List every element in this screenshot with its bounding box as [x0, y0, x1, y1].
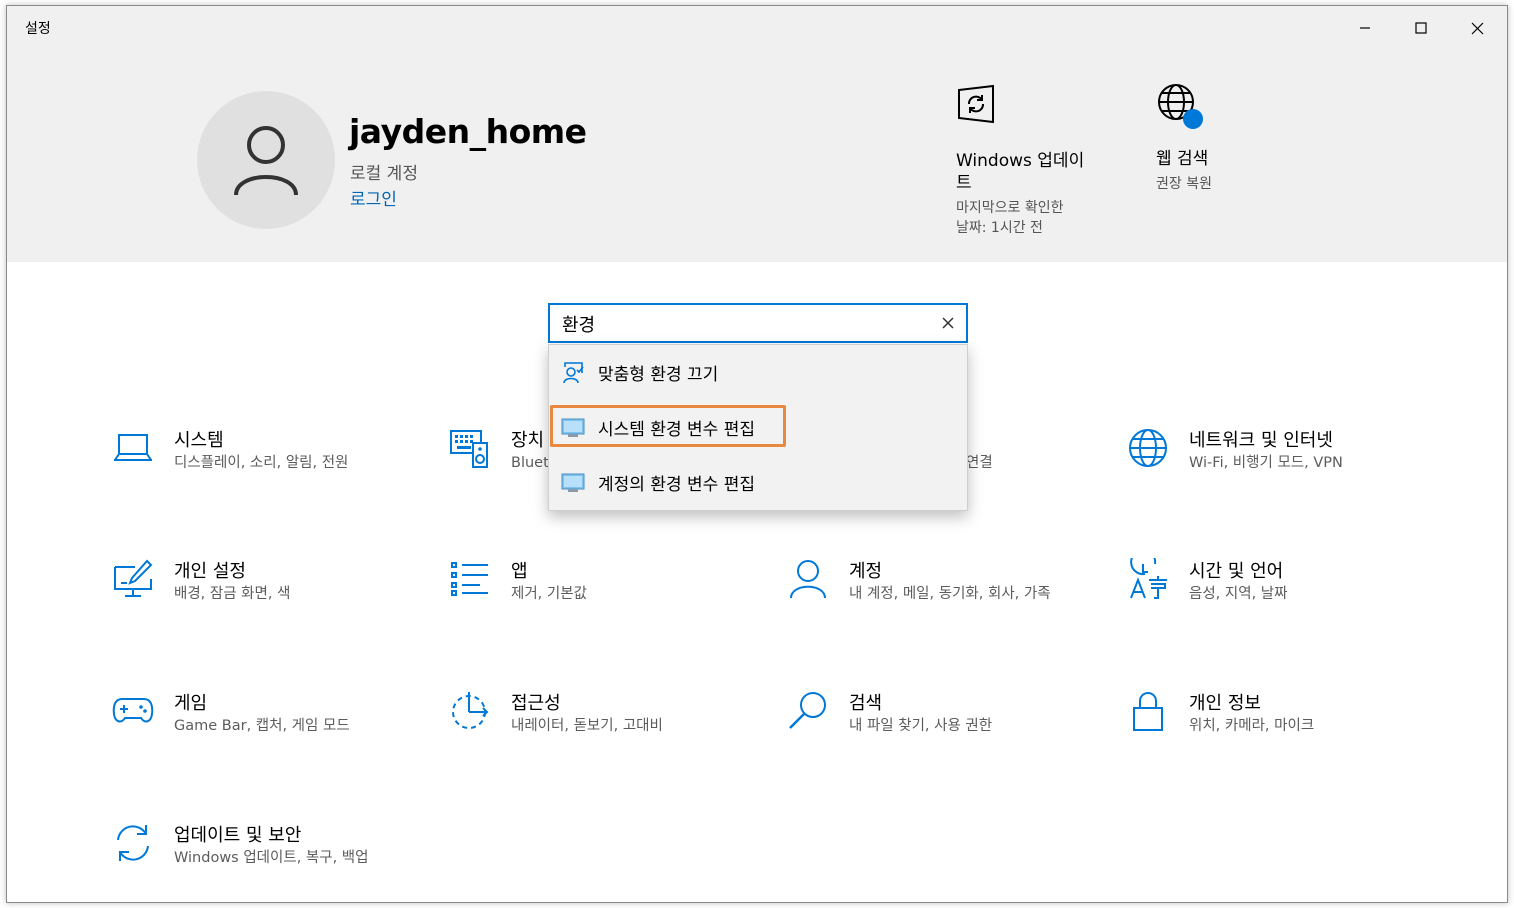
suggestion-item[interactable]: 맞춤형 환경 끄기	[549, 345, 967, 400]
quick-action-web-search[interactable]: 웹 검색 권장 복원	[1156, 82, 1212, 194]
category-subtitle: Windows 업데이트, 복구, 백업	[174, 850, 369, 866]
user-name: jayden_home	[349, 112, 587, 151]
category-title: 검색	[849, 693, 883, 714]
globe-icon	[1129, 429, 1167, 467]
category-subtitle: Wi-Fi, 비행기 모드, VPN	[1189, 455, 1343, 471]
close-icon	[1471, 22, 1483, 34]
category-phone[interactable]: 연결	[966, 426, 1046, 506]
category-title: 개인 정보	[1189, 693, 1261, 714]
clear-search-button[interactable]	[936, 311, 960, 335]
category-accounts[interactable]: 계정 내 계정, 메일, 동기화, 회사, 가족	[786, 557, 1086, 637]
settings-window: 설정 jayden_home 로컬 계정 로그인 Windows 업데이 트 마…	[6, 5, 1508, 903]
suggestion-item[interactable]: 시스템 환경 변수 편집	[549, 400, 967, 455]
category-update-security[interactable]: 업데이트 및 보안 Windows 업데이트, 복구, 백업	[111, 821, 411, 901]
category-apps[interactable]: 앱 제거, 기본값	[448, 557, 748, 637]
lock-icon	[1133, 692, 1163, 731]
quick-action-windows-update[interactable]: Windows 업데이 트 마지막으로 확인한 날짜: 1시간 전	[956, 84, 1106, 238]
maximize-button[interactable]	[1398, 6, 1444, 50]
category-subtitle: 음성, 지역, 날짜	[1189, 586, 1288, 602]
account-type: 로컬 계정	[350, 164, 418, 184]
search-value: 환경	[562, 315, 596, 336]
list-icon	[451, 562, 488, 596]
category-network[interactable]: 네트워크 및 인터넷 Wi-Fi, 비행기 모드, VPN	[1126, 426, 1426, 506]
category-search[interactable]: 검색 내 파일 찾기, 사용 권한	[786, 689, 1086, 769]
category-title: 개인 설정	[174, 561, 246, 582]
category-devices[interactable]: 장치 Bluet	[448, 426, 549, 506]
category-title: 시스템	[174, 430, 224, 451]
personalized-experience-icon	[563, 361, 584, 383]
keyboard-speaker-icon	[450, 430, 488, 468]
category-title: 업데이트 및 보안	[174, 825, 302, 846]
category-subtitle: 디스플레이, 소리, 알림, 전원	[174, 455, 349, 471]
paint-monitor-icon	[114, 559, 153, 597]
category-system[interactable]: 시스템 디스플레이, 소리, 알림, 전원	[111, 426, 411, 506]
magnifier-icon	[789, 692, 826, 729]
suggestion-label: 계정의 환경 변수 편집	[598, 475, 755, 495]
monitor-icon	[561, 418, 585, 437]
sync-icon	[117, 825, 149, 861]
minimize-icon	[1360, 27, 1370, 29]
category-title: 게임	[174, 693, 208, 714]
search-input[interactable]: 환경	[548, 303, 968, 343]
category-subtitle: Game Bar, 캡처, 게임 모드	[174, 718, 350, 734]
windows-update-icon	[958, 84, 994, 124]
maximize-icon	[1415, 22, 1427, 34]
category-subtitle: 배경, 잠금 화면, 색	[174, 586, 291, 602]
category-subtitle: 내레이터, 돋보기, 고대비	[511, 718, 663, 734]
category-gaming[interactable]: 게임 Game Bar, 캡처, 게임 모드	[111, 689, 411, 769]
ease-of-access-icon	[452, 692, 489, 729]
minimize-button[interactable]	[1342, 6, 1388, 50]
window-title: 설정	[25, 21, 51, 37]
quick-action-title: 웹 검색	[1156, 149, 1209, 169]
category-title: 네트워크 및 인터넷	[1189, 430, 1333, 451]
quick-action-subtitle: 권장 복원	[1156, 176, 1212, 192]
category-time-language[interactable]: 시간 및 언어 음성, 지역, 날짜	[1126, 557, 1426, 637]
suggestion-label: 시스템 환경 변수 편집	[598, 420, 755, 440]
category-title: 계정	[849, 561, 883, 582]
category-title: 시간 및 언어	[1189, 561, 1284, 582]
person-icon	[790, 560, 826, 599]
search-suggestions: 맞춤형 환경 끄기 시스템 환경 변수 편집 계정의 환경 변수 편집	[548, 344, 968, 511]
avatar[interactable]	[197, 91, 335, 229]
category-subtitle: 위치, 카메라, 마이크	[1189, 718, 1315, 734]
close-icon	[942, 317, 954, 329]
time-language-icon	[1130, 558, 1167, 599]
category-privacy[interactable]: 개인 정보 위치, 카메라, 마이크	[1126, 689, 1426, 769]
monitor-icon	[561, 473, 585, 492]
close-button[interactable]	[1454, 6, 1500, 50]
category-subtitle: 제거, 기본값	[511, 586, 587, 602]
category-ease-of-access[interactable]: 접근성 내레이터, 돋보기, 고대비	[448, 689, 748, 769]
gamepad-icon	[112, 698, 154, 723]
quick-action-title: Windows 업데이 트	[956, 151, 1085, 193]
globe-icon	[1158, 84, 1203, 129]
person-icon	[234, 126, 298, 196]
suggestion-item[interactable]: 계정의 환경 변수 편집	[549, 455, 967, 510]
category-subtitle: 내 계정, 메일, 동기화, 회사, 가족	[849, 586, 1051, 602]
login-link[interactable]: 로그인	[350, 185, 397, 210]
laptop-icon	[114, 434, 152, 461]
category-title: 앱	[511, 561, 528, 582]
category-subtitle: 내 파일 찾기, 사용 권한	[849, 718, 993, 734]
category-title: 접근성	[511, 693, 561, 714]
quick-action-subtitle: 마지막으로 확인한 날짜: 1시간 전	[956, 200, 1064, 236]
category-title: 장치	[511, 430, 545, 451]
category-personalization[interactable]: 개인 설정 배경, 잠금 화면, 색	[111, 557, 411, 637]
category-subtitle: Bluet	[511, 455, 549, 471]
suggestion-label: 맞춤형 환경 끄기	[598, 365, 719, 385]
